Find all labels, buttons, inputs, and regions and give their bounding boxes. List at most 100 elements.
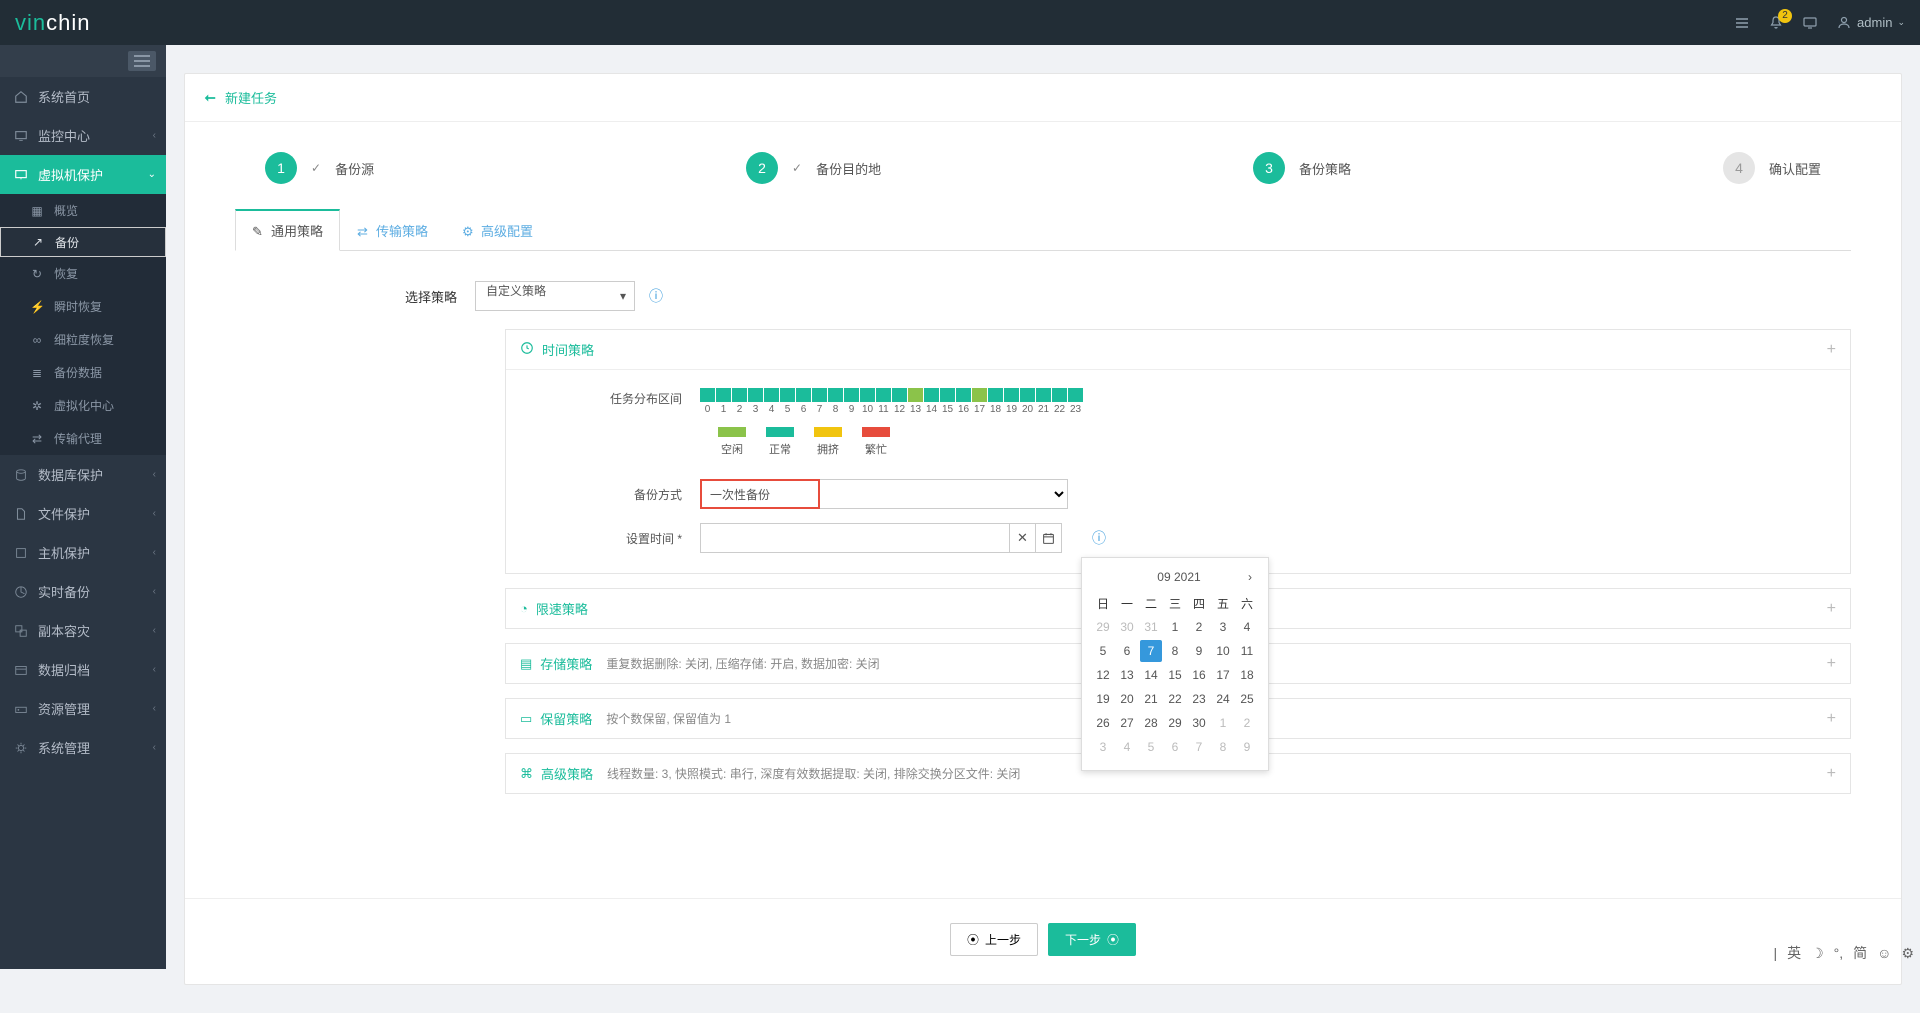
time-strategy-section: 时间策略 + 任务分布区间 01234567891011121314151617… (505, 329, 1851, 574)
dist-hour-6 (796, 388, 811, 402)
calendar-day-3[interactable]: 3 (1212, 616, 1234, 638)
calendar-day-27[interactable]: 27 (1116, 712, 1138, 734)
calendar-day-10[interactable]: 10 (1212, 640, 1234, 662)
calendar-day-12[interactable]: 12 (1092, 664, 1114, 686)
moon-icon[interactable]: ☽ (1811, 945, 1824, 962)
calendar-day-26[interactable]: 26 (1092, 712, 1114, 734)
policy-select[interactable]: 自定义策略 ▾ (475, 281, 635, 311)
sidebar-toggle[interactable] (0, 45, 166, 77)
sidebar-item-文件保护[interactable]: 文件保护‹ (0, 494, 166, 533)
sidebar-item-实时备份[interactable]: 实时备份‹ (0, 572, 166, 611)
policy-select-label: 选择策略 (305, 287, 475, 306)
open-calendar-button[interactable] (1036, 523, 1062, 553)
section-desc: 线程数量: 3, 快照模式: 串行, 深度有效数据提取: 关闭, 排除交换分区文… (607, 765, 1020, 782)
sidebar-item-数据归档[interactable]: 数据归档‹ (0, 650, 166, 689)
calendar-day-17[interactable]: 17 (1212, 664, 1234, 686)
ime-punct[interactable]: °, (1834, 945, 1844, 961)
expand-icon[interactable]: + (1827, 655, 1836, 673)
step-1[interactable]: 1✓备份源 (265, 152, 374, 184)
calendar-day-18[interactable]: 18 (1236, 664, 1258, 686)
clear-time-button[interactable]: ✕ (1010, 523, 1036, 553)
step-2[interactable]: 2✓备份目的地 (746, 152, 881, 184)
calendar-day-28[interactable]: 28 (1140, 712, 1162, 734)
dist-hour-8 (828, 388, 843, 402)
set-time-input[interactable] (700, 523, 1010, 553)
calendar-day-30[interactable]: 30 (1188, 712, 1210, 734)
calendar-next-icon[interactable]: › (1248, 570, 1252, 584)
calendar-day-6: 6 (1164, 736, 1186, 758)
calendar-day-1[interactable]: 1 (1164, 616, 1186, 638)
list-icon[interactable] (1734, 15, 1750, 31)
display-icon[interactable] (1802, 15, 1818, 31)
overview-icon: ▦ (30, 204, 44, 218)
dist-hour-11 (876, 388, 891, 402)
info-icon[interactable]: ⓘ (1092, 528, 1106, 548)
next-button[interactable]: 下一步 ⦿ (1048, 923, 1136, 956)
ime-lang[interactable]: 英 (1787, 943, 1801, 963)
tab-通用策略[interactable]: ✎通用策略 (235, 209, 340, 251)
user-menu[interactable]: admin ⌄ (1836, 15, 1905, 31)
virt-icon: ✲ (30, 399, 44, 413)
notification-icon[interactable]: 2 (1768, 15, 1784, 31)
calendar-day-16[interactable]: 16 (1188, 664, 1210, 686)
calendar-day-8[interactable]: 8 (1164, 640, 1186, 662)
calendar-dow: 六 (1236, 592, 1258, 614)
calendar-day-7[interactable]: 7 (1140, 640, 1162, 662)
sidebar-subitem-虚拟化中心[interactable]: ✲虚拟化中心 (0, 389, 166, 422)
calendar-day-11[interactable]: 11 (1236, 640, 1258, 662)
calendar-day-6[interactable]: 6 (1116, 640, 1138, 662)
chevron-icon: ‹ (153, 130, 156, 141)
smile-icon[interactable]: ☺ (1877, 945, 1891, 961)
calendar-day-13[interactable]: 13 (1116, 664, 1138, 686)
calendar-day-15[interactable]: 15 (1164, 664, 1186, 686)
expand-icon[interactable]: + (1827, 600, 1836, 618)
calendar-day-21[interactable]: 21 (1140, 688, 1162, 710)
calendar-day-29[interactable]: 29 (1164, 712, 1186, 734)
calendar-day-2[interactable]: 2 (1188, 616, 1210, 638)
calendar-day-24[interactable]: 24 (1212, 688, 1234, 710)
notification-badge: 2 (1778, 9, 1792, 23)
sidebar-item-系统首页[interactable]: 系统首页 (0, 77, 166, 116)
sidebar-item-系统管理[interactable]: 系统管理‹ (0, 728, 166, 767)
ime-script[interactable]: 简 (1853, 943, 1867, 963)
expand-icon[interactable]: + (1827, 765, 1836, 783)
backup-mode-select[interactable] (818, 479, 1068, 509)
sidebar-item-数据库保护[interactable]: 数据库保护‹ (0, 455, 166, 494)
sidebar-subitem-传输代理[interactable]: ⇄传输代理 (0, 422, 166, 455)
sidebar-item-资源管理[interactable]: 资源管理‹ (0, 689, 166, 728)
step-4[interactable]: 4确认配置 (1723, 152, 1821, 184)
calendar-day-9[interactable]: 9 (1188, 640, 1210, 662)
chevron-icon: ⌄ (148, 169, 156, 180)
calendar-day-5[interactable]: 5 (1092, 640, 1114, 662)
sidebar-item-监控中心[interactable]: 监控中心‹ (0, 116, 166, 155)
chart-legend: 空闲正常拥挤繁忙 (718, 427, 1826, 457)
prev-button[interactable]: ⦿ 上一步 (950, 923, 1038, 956)
collapse-icon[interactable]: + (1827, 341, 1836, 359)
sidebar-subitem-细粒度恢复[interactable]: ∞细粒度恢复 (0, 323, 166, 356)
tab-传输策略[interactable]: ⇄传输策略 (340, 209, 445, 251)
calendar-day-25[interactable]: 25 (1236, 688, 1258, 710)
calendar-day-4[interactable]: 4 (1236, 616, 1258, 638)
retain-icon: ▭ (520, 711, 532, 727)
sidebar-subitem-恢复[interactable]: ↻恢复 (0, 257, 166, 290)
calendar-day-23[interactable]: 23 (1188, 688, 1210, 710)
calendar-day-14[interactable]: 14 (1140, 664, 1162, 686)
sidebar-subitem-备份数据[interactable]: ≣备份数据 (0, 356, 166, 389)
tab-高级配置[interactable]: ⚙高级配置 (445, 209, 550, 251)
sidebar-item-主机保护[interactable]: 主机保护‹ (0, 533, 166, 572)
calendar-day-19[interactable]: 19 (1092, 688, 1114, 710)
calendar-day-22[interactable]: 22 (1164, 688, 1186, 710)
expand-icon[interactable]: + (1827, 710, 1836, 728)
sidebar-item-虚拟机保护[interactable]: 虚拟机保护⌄ (0, 155, 166, 194)
sidebar-item-副本容灾[interactable]: 副本容灾‹ (0, 611, 166, 650)
dist-label: 任务分布区间 (530, 388, 700, 407)
sidebar-subitem-备份[interactable]: ↗备份 (0, 227, 166, 257)
calendar-day-20[interactable]: 20 (1116, 688, 1138, 710)
backup-mode-highlighted[interactable]: 一次性备份 (700, 479, 820, 509)
info-icon[interactable]: ⓘ (649, 286, 663, 306)
sidebar-subitem-瞬时恢复[interactable]: ⚡瞬时恢复 (0, 290, 166, 323)
user-name: admin (1857, 15, 1892, 30)
step-3[interactable]: 3备份策略 (1253, 152, 1351, 184)
sidebar-subitem-概览[interactable]: ▦概览 (0, 194, 166, 227)
gear-icon[interactable]: ⚙ (1901, 945, 1914, 962)
